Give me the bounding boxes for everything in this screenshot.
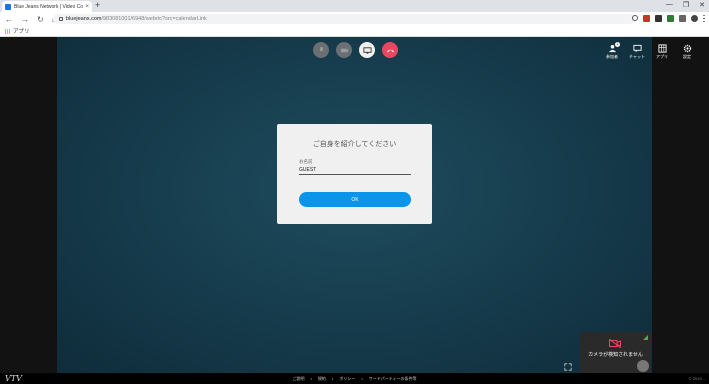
participants-button[interactable]: 1 参加者 — [604, 42, 620, 60]
participants-count-badge: 1 — [615, 42, 620, 47]
footer-copyright: © 2019 ... — [688, 376, 706, 381]
back-icon[interactable]: ← — [5, 15, 13, 24]
close-window-button[interactable]: ✕ — [699, 1, 705, 9]
ok-button[interactable]: OK — [299, 192, 411, 207]
new-tab-button[interactable]: + — [95, 0, 100, 10]
tab-close-icon[interactable]: × — [85, 4, 89, 10]
no-camera-message: カメラが検知されません — [588, 352, 643, 358]
hangup-icon — [386, 49, 394, 52]
lock-icon — [59, 17, 63, 21]
chat-label: チャット — [629, 54, 645, 59]
bookmark-apps[interactable]: アプリ — [13, 27, 30, 35]
signal-strength-icon — [643, 335, 648, 340]
hangup-button[interactable] — [382, 42, 398, 58]
footer-separator: • — [310, 376, 312, 381]
chat-icon — [632, 44, 642, 53]
video-toggle-button[interactable] — [336, 42, 352, 58]
browser-tab-strip: Blue Jeans Network | Video Coll... × + —… — [0, 0, 709, 12]
footer-link-terms[interactable]: 規約 — [318, 376, 326, 381]
footer-bar: VTV ご説明 • 規約 • ポリシー • サードパーティーの条件等 © 2019 ... — [0, 373, 709, 384]
bookmark-star-icon[interactable] — [632, 15, 638, 21]
apps-label: アプリ — [656, 54, 668, 59]
footer-links: ご説明 • 規約 • ポリシー • サードパーティーの条件等 — [0, 376, 709, 382]
settings-label: 設定 — [683, 54, 691, 59]
favicon-icon — [5, 3, 11, 10]
apps-button[interactable]: アプリ — [654, 44, 670, 60]
extension-red-icon[interactable] — [643, 15, 650, 22]
reload-icon[interactable]: ↻ — [37, 15, 44, 24]
window-controls: — ❐ ✕ — [666, 1, 705, 9]
mute-button[interactable] — [313, 42, 329, 58]
camera-icon — [340, 48, 348, 52]
participants-label: 参加者 — [606, 54, 618, 59]
footer-separator: • — [331, 376, 334, 381]
minimize-button[interactable]: — — [666, 1, 673, 9]
call-controls — [313, 42, 398, 58]
maximize-button[interactable]: ❐ — [683, 1, 689, 9]
meeting-sidebar-buttons: 1 参加者 チャット アプリ 設定 — [604, 42, 695, 60]
chat-button[interactable]: チャット — [629, 44, 645, 60]
profile-avatar-icon[interactable] — [691, 15, 698, 22]
introduce-yourself-dialog: ご自身を紹介してください お名前 OK — [277, 124, 432, 224]
name-input[interactable] — [299, 166, 411, 175]
forward-icon[interactable]: → — [21, 15, 29, 24]
dialog-title: ご自身を紹介してください — [312, 141, 397, 148]
footer-link-third-party[interactable]: サードパーティーの条件等 — [369, 376, 417, 381]
address-bar[interactable]: bluejeans.com /983081001/6948/webrtc?src… — [53, 14, 635, 24]
url-host: bluejeans.com — [66, 16, 102, 22]
menu-dots-icon[interactable] — [703, 15, 705, 22]
apps-icon — [657, 44, 667, 53]
extension-dark-icon[interactable] — [655, 15, 662, 22]
self-avatar — [637, 360, 649, 372]
camera-off-icon — [609, 339, 621, 348]
bookmarks-bar: アプリ — [0, 26, 709, 37]
footer-link-help[interactable]: ご説明 — [293, 376, 305, 381]
footer-link-policy[interactable]: ポリシー — [339, 376, 355, 381]
settings-button[interactable]: 設定 — [679, 44, 695, 60]
screen-share-icon — [362, 46, 372, 54]
extensions-area — [632, 15, 705, 22]
browser-toolbar: ← → ↻ ⌂ bluejeans.com /983081001/6948/we… — [0, 12, 709, 26]
url-path: /983081001/6948/webrtc?src=calendarLink — [101, 16, 207, 22]
browser-tab[interactable]: Blue Jeans Network | Video Coll... × — [2, 1, 92, 12]
fullscreen-button[interactable] — [564, 358, 572, 371]
fullscreen-icon — [564, 363, 572, 371]
self-view-tile: カメラが検知されません — [580, 332, 651, 373]
extension-green-icon[interactable] — [667, 15, 674, 22]
footer-separator: • — [361, 376, 363, 381]
settings-icon — [683, 44, 691, 53]
extension-grey-icon[interactable] — [679, 15, 686, 22]
name-label: お名前 — [299, 159, 313, 164]
tab-title: Blue Jeans Network | Video Coll... — [14, 3, 84, 10]
apps-grid-icon — [5, 28, 10, 34]
microphone-icon — [319, 46, 323, 51]
screen-share-button[interactable] — [359, 42, 375, 58]
